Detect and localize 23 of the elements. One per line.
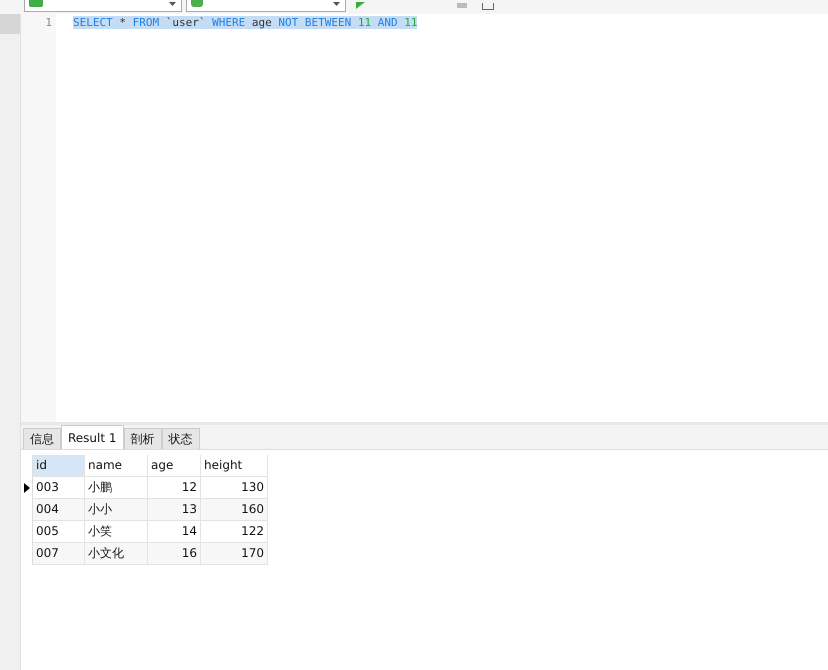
table-cell: 160 [201,499,268,521]
caret-icon [169,2,176,6]
result-tab[interactable]: 剖析 [124,428,162,449]
result-tab[interactable]: 状态 [162,428,200,449]
table-cell: 16 [148,543,201,565]
line-number: 1 [44,16,53,30]
column-header[interactable]: name [85,455,148,477]
result-tab[interactable]: Result 1 [61,425,124,449]
table-cell: 004 [33,499,85,521]
run-icon[interactable] [356,2,365,9]
result-tab[interactable]: 信息 [23,428,61,449]
table-cell: 13 [148,499,201,521]
table-cell: 170 [201,543,268,565]
database-icon [191,0,203,7]
table-cell: 小文化 [85,543,148,565]
table-cell: 小小 [85,499,148,521]
column-header[interactable]: height [201,455,268,477]
explain-icon[interactable] [482,3,494,10]
column-header[interactable]: age [148,455,201,477]
table-cell: 007 [33,543,85,565]
caret-icon [333,2,340,6]
column-header[interactable]: id [33,455,85,477]
connection-icon [29,0,43,7]
